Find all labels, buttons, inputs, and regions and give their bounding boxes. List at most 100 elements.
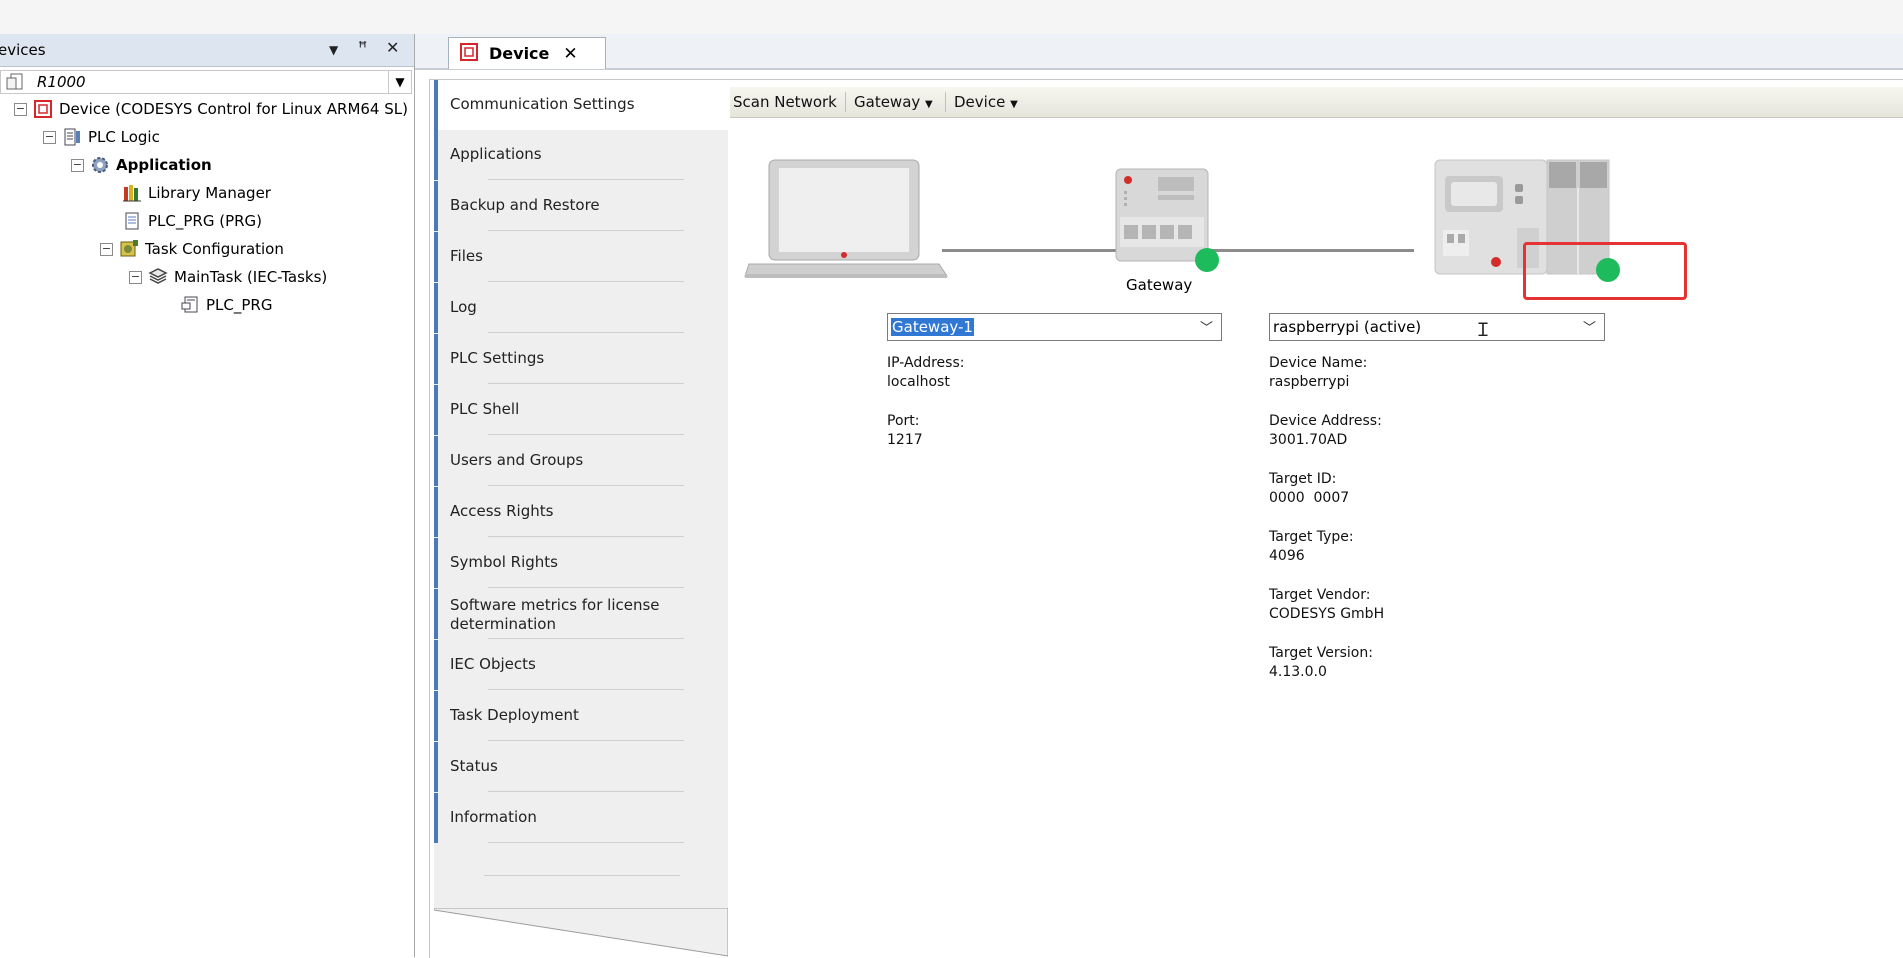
nav-plc-shell[interactable]: PLC Shell	[434, 385, 724, 435]
project-root-combo[interactable]: R1000 ▼	[0, 70, 412, 94]
tree-node-task-configuration[interactable]: − Task Configuration	[100, 236, 284, 262]
nav-separator	[488, 332, 684, 333]
nav-task-deployment[interactable]: Task Deployment	[434, 691, 724, 741]
nav-label: Files	[450, 247, 483, 265]
tree-label: PLC_PRG	[206, 296, 273, 314]
collapse-icon[interactable]: −	[14, 102, 27, 116]
nav-files[interactable]: Files	[434, 232, 724, 282]
device-info: Device Name: raspberrypi Device Address:…	[1269, 354, 1384, 682]
tab-device[interactable]: Device ✕	[448, 37, 606, 69]
scan-network-button[interactable]: Scan Network	[733, 93, 837, 111]
device-address-value: 3001.70AD	[1269, 432, 1348, 448]
tree-label: Device (CODESYS Control for Linux ARM64 …	[59, 100, 408, 118]
nav-symbol-rights[interactable]: Symbol Rights	[434, 538, 724, 588]
nav-separator	[484, 875, 680, 876]
nav-backup-and-restore[interactable]: Backup and Restore	[434, 181, 724, 231]
nav-label: Backup and Restore	[450, 196, 600, 214]
collapse-icon[interactable]: −	[43, 130, 56, 144]
chevron-down-icon[interactable]: ﹀	[1583, 317, 1596, 336]
tree-node-program-call[interactable]: PLC_PRG	[180, 292, 272, 318]
tree-label: PLC Logic	[88, 128, 160, 146]
device-menu-button[interactable]: Device ▼	[954, 93, 1018, 111]
caret-down-icon: ▼	[925, 99, 933, 110]
tree-label: Library Manager	[148, 184, 271, 202]
tab-label: Device	[489, 44, 550, 63]
nav-bottom-shape	[434, 908, 728, 957]
collapse-icon[interactable]: −	[100, 242, 113, 256]
target-type-value: 4096	[1269, 548, 1305, 564]
collapse-icon[interactable]: −	[129, 270, 142, 284]
tree-label: MainTask (IEC-Tasks)	[174, 268, 328, 286]
nav-label: IEC Objects	[450, 655, 536, 673]
close-pane-icon[interactable]: ✕	[386, 38, 399, 57]
close-tab-icon[interactable]: ✕	[563, 44, 577, 64]
project-icon	[5, 72, 25, 96]
nav-label: Task Deployment	[450, 706, 579, 724]
device-editor-content: Communication Settings Applications Back…	[429, 79, 1903, 958]
chevron-down-icon[interactable]: ▼	[388, 71, 411, 93]
device-icon	[459, 42, 479, 66]
chevron-down-icon[interactable]: ﹀	[1200, 317, 1213, 336]
project-root-label: R1000	[37, 73, 86, 91]
tree-node-device[interactable]: − Device (CODESYS Control for Linux ARM6…	[14, 96, 408, 122]
ip-address-label: IP-Address:	[887, 355, 965, 371]
tree-label: Application	[116, 156, 212, 174]
nav-label: Information	[450, 808, 537, 826]
nav-separator	[488, 791, 684, 792]
task-stack-icon	[148, 267, 168, 287]
devices-pane-header: evices ▼ ꟸ ✕	[0, 34, 414, 67]
nav-separator	[488, 485, 684, 486]
tree-node-main-task[interactable]: − MainTask (IEC-Tasks)	[129, 264, 327, 290]
nav-separator	[488, 587, 684, 588]
settings-nav: Communication Settings Applications Back…	[434, 80, 728, 958]
comm-toolbar: Scan Network Gateway ▼ Device ▼	[730, 87, 1903, 118]
gateway-device-icon	[1114, 167, 1210, 267]
nav-separator	[488, 536, 684, 537]
nav-access-rights[interactable]: Access Rights	[434, 487, 724, 537]
target-id-label: Target ID:	[1269, 471, 1337, 487]
device-name-label: Device Name:	[1269, 355, 1368, 371]
tree-node-plc-prg[interactable]: PLC_PRG (PRG)	[122, 208, 262, 234]
tree-node-application[interactable]: − Application	[71, 152, 212, 178]
tree-label: Task Configuration	[145, 240, 284, 258]
device-menu-label: Device	[954, 93, 1006, 111]
gateway-menu-label: Gateway	[854, 93, 921, 111]
nav-information[interactable]: Information	[434, 793, 724, 843]
nav-log[interactable]: Log	[434, 283, 724, 333]
text-cursor-icon: Ｉ	[1474, 320, 1492, 341]
device-select[interactable]: raspberrypi (active) Ｉ ﹀	[1269, 313, 1605, 341]
nav-separator	[488, 638, 684, 639]
gateway-select[interactable]: Gateway-1 ﹀	[887, 313, 1222, 341]
toolbar-separator	[845, 92, 846, 112]
editor-tab-strip: Device ✕	[415, 34, 1903, 70]
nav-users-and-groups[interactable]: Users and Groups	[434, 436, 724, 486]
connection-line	[942, 249, 1134, 252]
tree-node-library-manager[interactable]: Library Manager	[122, 180, 271, 206]
project-root-row[interactable]: R1000 ▼	[0, 68, 414, 94]
gateway-info: IP-Address: localhost Port: 1217	[887, 354, 964, 450]
nav-separator	[488, 842, 684, 843]
collapse-icon[interactable]: −	[71, 158, 84, 172]
nav-communication-settings[interactable]: Communication Settings	[434, 80, 728, 130]
devices-pane-title: evices	[0, 41, 46, 59]
toolbar-separator	[945, 92, 946, 112]
tree-node-plc-logic[interactable]: − PLC Logic	[43, 124, 160, 150]
gateway-status-dot	[1195, 248, 1219, 272]
nav-plc-settings[interactable]: PLC Settings	[434, 334, 724, 384]
pane-menu-icon[interactable]: ▼	[329, 43, 338, 57]
connection-line	[1206, 249, 1414, 252]
device-icon	[33, 99, 53, 119]
nav-applications[interactable]: Applications	[434, 130, 724, 180]
ip-address-value: localhost	[887, 374, 950, 390]
nav-iec-objects[interactable]: IEC Objects	[434, 640, 724, 690]
nav-software-metrics[interactable]: Software metrics for license determinati…	[434, 589, 724, 639]
gateway-caption: Gateway	[1126, 276, 1193, 294]
pin-icon[interactable]: ꟸ	[358, 38, 367, 57]
nav-label: Communication Settings	[450, 95, 635, 113]
gateway-select-value: Gateway-1	[891, 318, 974, 336]
nav-separator	[488, 179, 684, 180]
gateway-menu-button[interactable]: Gateway ▼	[854, 93, 933, 111]
nav-separator	[488, 383, 684, 384]
nav-status[interactable]: Status	[434, 742, 724, 792]
nav-label: Users and Groups	[450, 451, 584, 469]
